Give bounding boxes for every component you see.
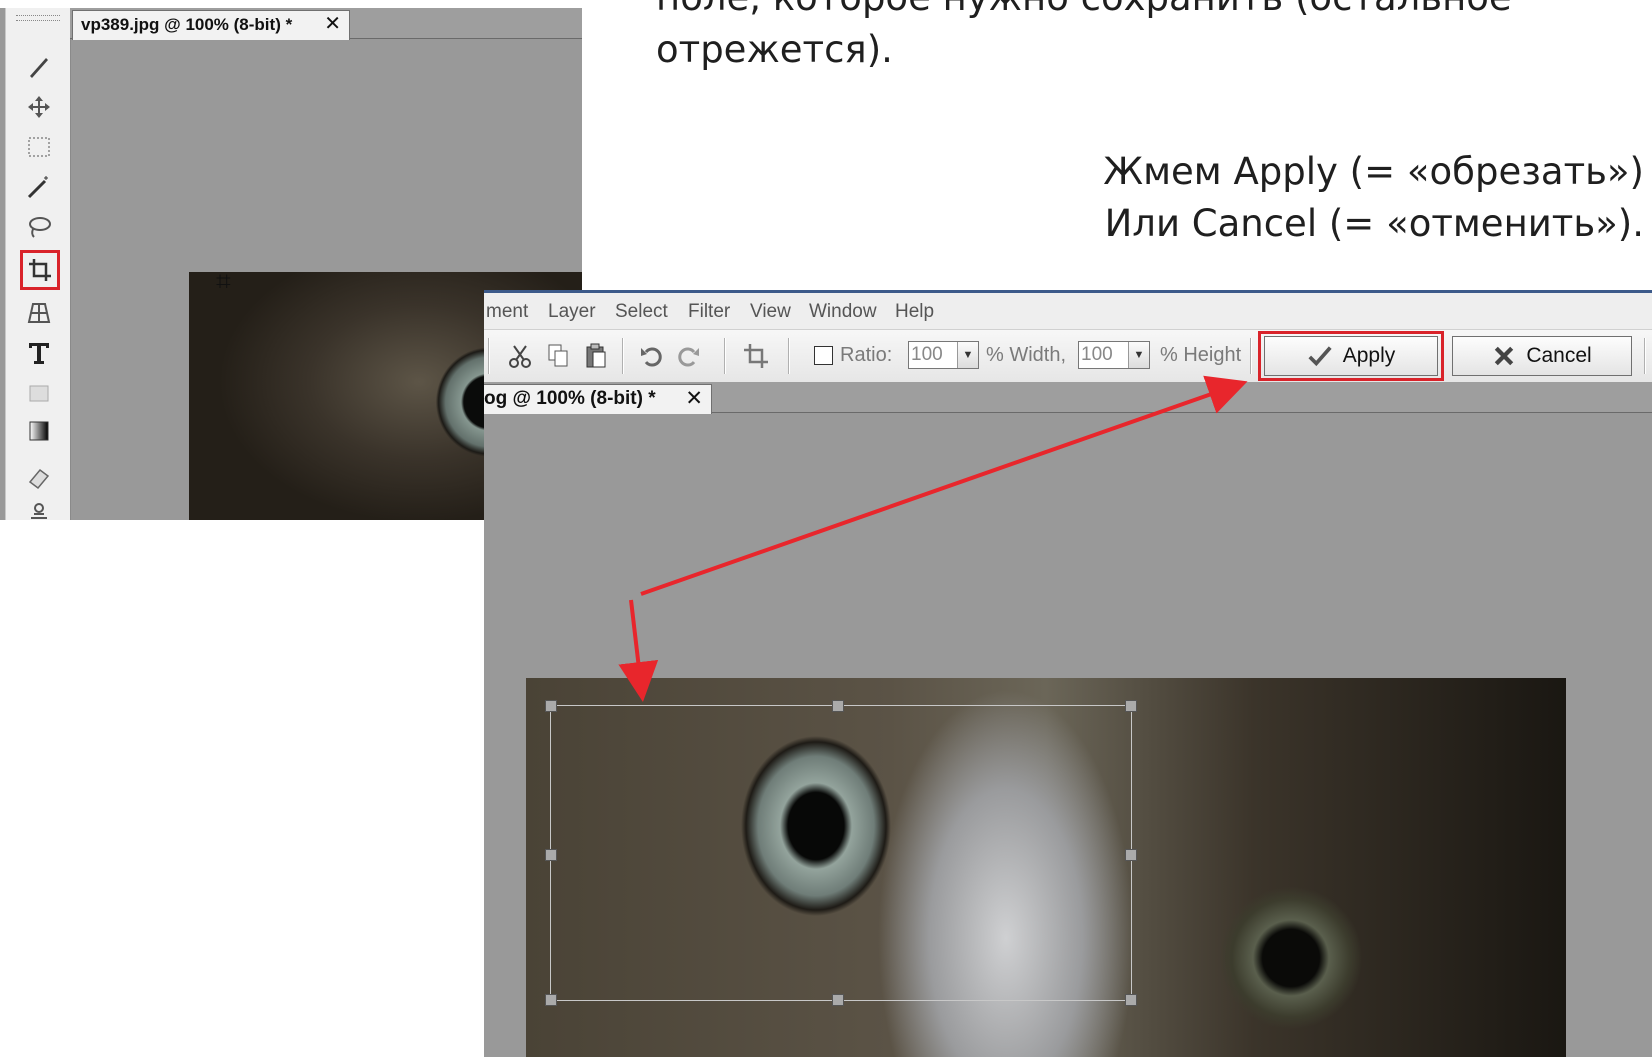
separator [788,338,789,374]
instruction-text: Жмем Apply (= «обрезать») Или Cancel (= … [1103,146,1644,250]
marquee-icon[interactable] [22,130,56,164]
lasso-icon[interactable] [22,210,56,244]
slide-text-top: поле, которое нужно сохранить (остальное… [656,0,1512,71]
separator [1644,338,1645,374]
menu-item-help[interactable]: Help [895,301,934,323]
ratio-label: Ratio: [840,344,893,366]
text-icon[interactable] [22,336,56,370]
screenshot-crop-options-window: ment Layer Select Filter View Window Hel… [484,290,1652,1057]
toolbox [5,8,71,520]
menu-item-window[interactable]: Window [809,301,877,323]
menu-item-image[interactable]: ment [486,301,528,323]
toolbox-grip[interactable] [16,15,60,21]
instruction-apply: Жмем Apply (= «обрезать») [1103,150,1644,193]
cut-icon[interactable] [504,340,536,372]
document-tab-bar: og @ 100% (8-bit) * ✕ [484,382,1652,414]
paste-icon[interactable] [580,340,612,372]
width-label: % Width, [986,344,1067,366]
document-tab[interactable]: og @ 100% (8-bit) * ✕ [484,384,712,414]
undo-icon[interactable] [636,340,668,372]
crop-icon[interactable] [740,340,772,372]
document-tab-title: og @ 100% (8-bit) * [484,388,656,409]
chevron-down-icon[interactable]: ▼ [957,342,978,368]
chevron-down-icon[interactable]: ▼ [1128,342,1149,368]
close-icon[interactable]: ✕ [324,11,341,38]
crop-handle-top-left[interactable] [545,700,557,712]
crop-handle-right[interactable] [1125,849,1137,861]
crop-options-bar: Ratio: 100 ▼ % Width, 100 ▼ % Height App… [484,329,1652,383]
menu-item-select[interactable]: Select [615,301,668,323]
gradient-icon[interactable] [22,414,56,448]
apply-highlight-frame [1258,331,1444,381]
width-combo[interactable]: 100 ▼ [908,341,979,369]
crop-cursor-icon: ⌗ [216,266,231,296]
brush-icon[interactable] [22,50,56,84]
height-combo[interactable]: 100 ▼ [1078,341,1150,369]
clone-stamp-icon[interactable] [22,498,56,520]
crop-handle-left[interactable] [545,849,557,861]
menu-item-view[interactable]: View [750,301,791,323]
crop-handle-bottom-right[interactable] [1125,994,1137,1006]
crop-icon[interactable] [20,250,60,290]
height-value: 100 [1081,344,1113,365]
magic-wand-icon[interactable] [22,170,56,204]
width-value: 100 [911,344,943,365]
crop-selection-box[interactable] [545,700,1137,1006]
separator [622,338,623,374]
cancel-button[interactable]: Cancel [1452,336,1632,376]
perspective-icon[interactable] [22,296,56,330]
crop-handle-bottom-left[interactable] [545,994,557,1006]
menu-item-filter[interactable]: Filter [688,301,730,323]
redo-icon[interactable] [672,340,704,372]
document-tab[interactable]: vp389.jpg @ 100% (8-bit) * ✕ [72,10,350,40]
crop-handle-top-right[interactable] [1125,700,1137,712]
eraser-icon[interactable] [22,460,56,494]
move-icon[interactable] [22,90,56,124]
separator [724,338,725,374]
crop-handle-bottom[interactable] [832,994,844,1006]
close-icon[interactable]: ✕ [685,385,703,412]
shape-icon[interactable] [22,376,56,410]
crop-handle-top[interactable] [832,700,844,712]
menu-item-layer[interactable]: Layer [548,301,596,323]
instruction-cancel: Или Cancel (= «отменить»). [1104,201,1644,245]
document-tab-bar: vp389.jpg @ 100% (8-bit) * ✕ [70,8,582,40]
document-tab-title: vp389.jpg @ 100% (8-bit) * [81,15,293,34]
cancel-button-label: Cancel [1526,344,1592,367]
separator [488,338,489,374]
height-label: % Height [1160,344,1242,366]
separator [1250,338,1251,374]
menu-bar: ment Layer Select Filter View Window Hel… [484,293,1652,329]
copy-icon[interactable] [542,340,574,372]
cross-icon [1495,346,1514,366]
ratio-checkbox[interactable] [814,346,833,365]
